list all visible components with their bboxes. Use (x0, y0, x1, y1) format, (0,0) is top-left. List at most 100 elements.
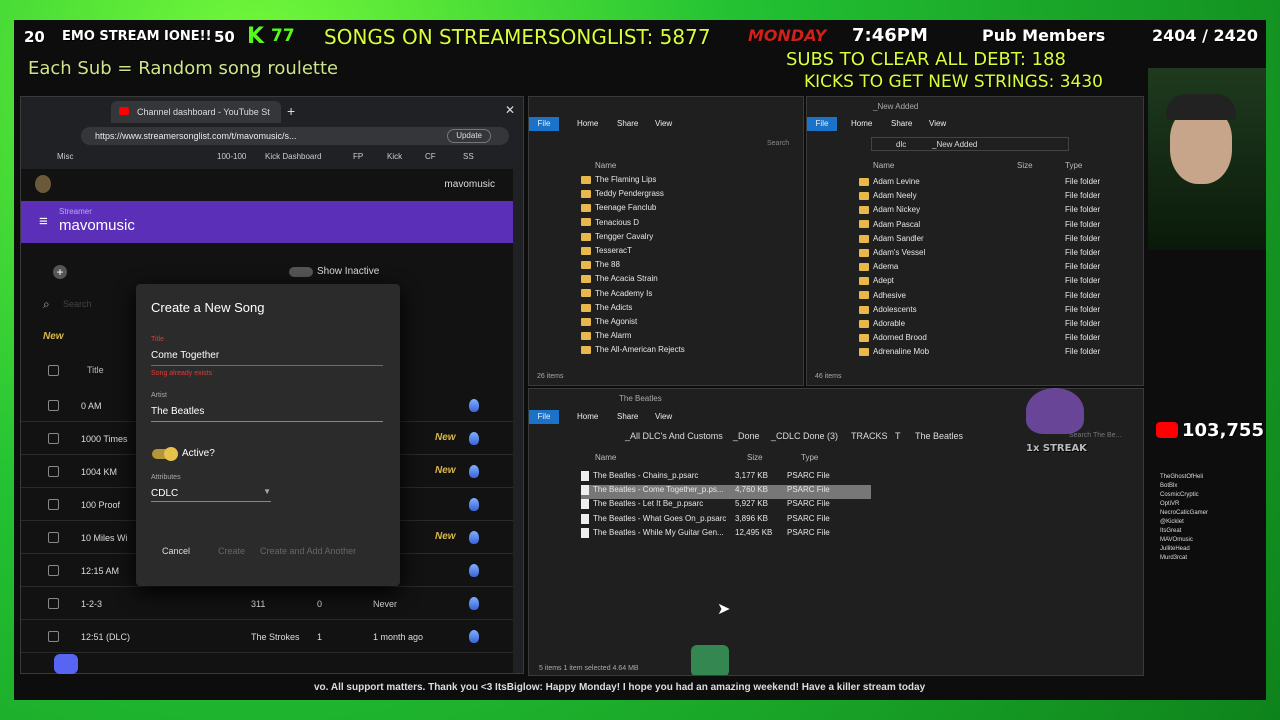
search-box-beatles[interactable]: Search The Be... (1069, 432, 1121, 439)
ribbon-view[interactable]: View (655, 410, 672, 424)
folder-item[interactable]: Tenacious D (581, 218, 793, 232)
column-title[interactable]: Title (87, 365, 104, 375)
column-size-beatles[interactable]: Size (747, 453, 763, 462)
column-name-t[interactable]: Name (595, 161, 616, 170)
folder-item[interactable]: The Alarm (581, 331, 793, 345)
path-segment[interactable]: T (895, 431, 901, 441)
folder-item[interactable]: Adam Sandler File folder (859, 234, 1133, 248)
site-user[interactable]: mavomusic (444, 179, 495, 190)
select-all-checkbox[interactable] (48, 365, 59, 376)
folder-item[interactable]: The Acacia Strain (581, 274, 793, 288)
path-segment[interactable]: _All DLC's And Customs (625, 431, 723, 441)
ribbon-file[interactable]: File (529, 410, 559, 424)
folder-item[interactable]: Teddy Pendergrass (581, 189, 793, 203)
new-filter-chip[interactable]: New (43, 331, 64, 342)
ribbon-share[interactable]: Share (891, 117, 912, 131)
path-segment[interactable]: _Done (733, 431, 760, 441)
file-item[interactable]: The Beatles - What Goes On_p.psarc 3,896 … (581, 513, 871, 528)
folder-item[interactable]: Tengger Cavalry (581, 232, 793, 246)
table-row[interactable]: 12:51 (DLC) The Strokes 1 1 month ago (21, 620, 513, 653)
path-bar-beatles[interactable]: _All DLC's And Customs _Done _CDLC Done … (613, 429, 1013, 443)
flame-icon[interactable] (469, 531, 479, 544)
bookmark-ss[interactable]: SS (463, 152, 474, 161)
file-item[interactable]: The Beatles - Let It Be_p.psarc 5,927 KB P… (581, 499, 871, 513)
file-item[interactable]: The Beatles - Come Together_p.ps... 4,760… (581, 485, 871, 500)
column-type-beatles[interactable]: Type (801, 453, 818, 462)
folder-item[interactable]: The Adicts (581, 303, 793, 317)
column-name-beatles[interactable]: Name (595, 453, 616, 462)
row-checkbox[interactable] (48, 466, 59, 477)
folder-item[interactable]: The 88 (581, 260, 793, 274)
ribbon-home[interactable]: Home (577, 117, 598, 131)
folder-item[interactable]: Adept File folder (859, 276, 1133, 290)
ribbon-view[interactable]: View (655, 117, 672, 131)
address-bar[interactable]: https://www.streamersonglist.com/t/mavom… (81, 127, 509, 145)
folder-item[interactable]: Teenage Fanclub (581, 203, 793, 217)
ribbon-file[interactable]: File (529, 117, 559, 131)
ribbon-home[interactable]: Home (577, 410, 598, 424)
cancel-button[interactable]: Cancel (162, 546, 190, 556)
folder-item[interactable]: Adrenaline Mob File folder (859, 347, 1133, 361)
flame-icon[interactable] (469, 399, 479, 412)
path-bar-new[interactable]: dlc _New Added (871, 137, 1069, 151)
path-segment[interactable]: The Beatles (915, 431, 963, 441)
title-field[interactable]: Come Together (151, 346, 383, 366)
table-row[interactable]: 1-2-3 311 0 Never (21, 587, 513, 620)
folder-item[interactable]: Adorable File folder (859, 319, 1133, 333)
folder-item[interactable]: The All-American Rejects (581, 345, 793, 359)
new-tab-icon[interactable]: + (287, 103, 295, 119)
add-song-icon[interactable]: + (53, 265, 67, 279)
file-item[interactable]: The Beatles - Chains_p.psarc 3,177 KB PSAR… (581, 471, 871, 485)
row-checkbox[interactable] (48, 598, 59, 609)
row-checkbox[interactable] (48, 400, 59, 411)
file-item[interactable]: The Beatles - While My Guitar Gen... 12,4… (581, 527, 871, 542)
active-toggle[interactable] (152, 447, 178, 461)
path-segment[interactable]: TRACKS (851, 431, 888, 441)
ribbon-file[interactable]: File (807, 117, 837, 131)
folder-item[interactable]: Adema File folder (859, 262, 1133, 276)
ribbon-share[interactable]: Share (617, 117, 638, 131)
flame-icon[interactable] (469, 630, 479, 643)
column-size-new[interactable]: Size (1017, 161, 1033, 170)
flame-icon[interactable] (469, 597, 479, 610)
ribbon-home[interactable]: Home (851, 117, 872, 131)
folder-item[interactable]: The Agonist (581, 317, 793, 331)
search-input[interactable]: Search (63, 299, 92, 309)
update-button[interactable]: Update (447, 129, 491, 143)
bookmark-kick[interactable]: Kick (387, 152, 402, 161)
row-checkbox[interactable] (48, 499, 59, 510)
flame-icon[interactable] (469, 432, 479, 445)
folder-item[interactable]: Adolescents File folder (859, 305, 1133, 319)
ribbon-share[interactable]: Share (617, 410, 638, 424)
attributes-select[interactable]: CDLC ▼ (151, 484, 271, 502)
artist-field[interactable]: The Beatles (151, 402, 383, 422)
column-type-new[interactable]: Type (1065, 161, 1082, 170)
ribbon-view[interactable]: View (929, 117, 946, 131)
row-checkbox[interactable] (48, 565, 59, 576)
browser-active-tab[interactable]: Channel dashboard - YouTube St (111, 101, 281, 123)
bookmark-fp[interactable]: FP (353, 152, 363, 161)
bookmark-kick-dashboard[interactable]: Kick Dashboard (265, 152, 321, 161)
create-and-add-another-button[interactable]: Create and Add Another (260, 546, 356, 556)
menu-icon[interactable]: ≡ (39, 213, 48, 230)
bookmark-misc[interactable]: Misc (57, 152, 73, 161)
row-checkbox[interactable] (48, 433, 59, 444)
column-name-new[interactable]: Name (873, 161, 894, 170)
row-checkbox[interactable] (48, 532, 59, 543)
folder-item[interactable]: Adam Neely File folder (859, 191, 1133, 205)
folder-item[interactable]: Adam Nickey File folder (859, 205, 1133, 219)
folder-item[interactable]: Adam Pascal File folder (859, 220, 1133, 234)
search-box-t[interactable]: Search (767, 140, 789, 147)
folder-item[interactable]: Adorned Brood File folder (859, 333, 1133, 347)
close-window-icon[interactable]: ✕ (505, 103, 515, 117)
path-segment[interactable]: _CDLC Done (3) (771, 431, 838, 441)
path-segment[interactable]: _New Added (932, 140, 977, 149)
folder-item[interactable]: The Flaming Lips (581, 175, 793, 189)
folder-item[interactable]: Adam Levine File folder (859, 177, 1133, 191)
folder-item[interactable]: Adhesive File folder (859, 291, 1133, 305)
folder-item[interactable]: The Academy Is (581, 289, 793, 303)
flame-icon[interactable] (469, 465, 479, 478)
create-button[interactable]: Create (218, 546, 245, 556)
folder-item[interactable]: TesseracT (581, 246, 793, 260)
show-inactive-toggle[interactable] (289, 267, 313, 277)
